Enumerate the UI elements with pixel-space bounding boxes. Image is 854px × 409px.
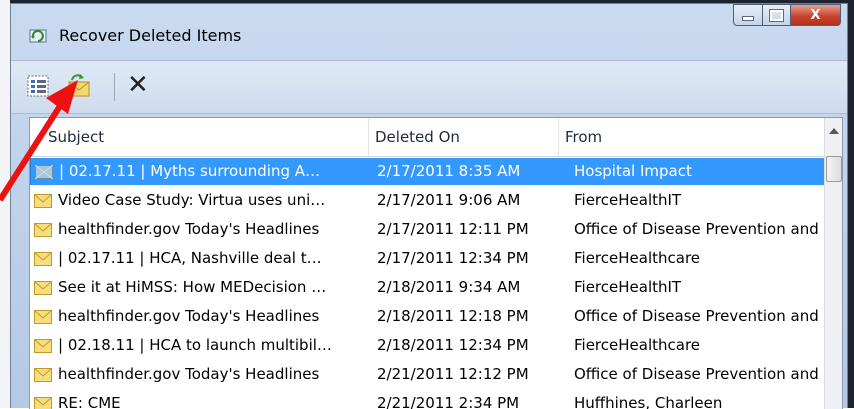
- window-title: Recover Deleted Items: [59, 26, 241, 45]
- subject-text: healthfinder.gov Today's Headlines: [58, 307, 319, 325]
- subject-text: | 02.17.11 | Myths surrounding A…: [59, 162, 320, 180]
- envelope-icon: [34, 194, 52, 208]
- minimize-button[interactable]: [733, 4, 763, 26]
- cell-from: FierceHealthIT: [558, 274, 824, 301]
- minimize-icon: [742, 16, 754, 21]
- title-bar[interactable]: Recover Deleted Items X: [11, 4, 847, 60]
- subject-text: healthfinder.gov Today's Headlines: [58, 220, 319, 238]
- envelope-icon: [34, 397, 52, 409]
- cell-subject: See it at HiMSS: How MEDecision …: [30, 274, 368, 301]
- table-row[interactable]: | 02.18.11 | HCA to launch multibil… 2/18…: [30, 331, 824, 360]
- column-header-from[interactable]: From: [558, 118, 824, 156]
- cell-from: FierceHealthcare: [558, 332, 824, 359]
- cell-from: Office of Disease Prevention and: [558, 216, 824, 243]
- cell-subject: Video Case Study: Virtua uses uni…: [30, 187, 368, 214]
- cell-deleted-on: 2/17/2011 9:06 AM: [368, 187, 558, 214]
- maximize-button[interactable]: [763, 4, 791, 26]
- unread-item-icon: [35, 165, 53, 179]
- subject-text: healthfinder.gov Today's Headlines: [58, 365, 319, 383]
- close-button[interactable]: X: [791, 4, 841, 26]
- subject-text: See it at HiMSS: How MEDecision …: [58, 278, 326, 296]
- table-row[interactable]: | 02.17.11 | Myths surrounding A… 2/17/20…: [30, 157, 824, 186]
- cell-deleted-on: 2/21/2011 2:34 PM: [368, 390, 558, 409]
- table-row[interactable]: RE: CME 2/21/2011 2:34 PMHuffhines, Charl…: [30, 389, 824, 409]
- cell-deleted-on: 2/21/2011 12:12 PM: [368, 361, 558, 388]
- window-controls: X: [733, 4, 841, 26]
- envelope-icon: [34, 368, 52, 382]
- cell-subject: healthfinder.gov Today's Headlines: [30, 303, 368, 330]
- cell-deleted-on: 2/17/2011 8:35 AM: [368, 158, 558, 185]
- subject-text: Video Case Study: Virtua uses uni…: [58, 191, 325, 209]
- screen-background-right: [848, 0, 854, 408]
- scroll-up-arrow-icon[interactable]: [829, 128, 839, 134]
- envelope-icon: [34, 339, 52, 353]
- cell-subject: | 02.18.11 | HCA to launch multibil…: [30, 332, 368, 359]
- item-rows: | 02.17.11 | Myths surrounding A… 2/17/20…: [30, 157, 824, 409]
- table-row[interactable]: healthfinder.gov Today's Headlines 2/18/2…: [30, 302, 824, 331]
- cell-subject: healthfinder.gov Today's Headlines: [30, 361, 368, 388]
- cell-from: FierceHealthcare: [558, 245, 824, 272]
- cell-deleted-on: 2/17/2011 12:34 PM: [368, 245, 558, 272]
- column-header-subject[interactable]: Subject: [30, 118, 368, 156]
- column-header-row: Subject Deleted On From: [30, 118, 824, 157]
- cell-from: Huffhines, Charleen: [558, 390, 824, 409]
- cell-deleted-on: 2/17/2011 12:11 PM: [368, 216, 558, 243]
- table-row[interactable]: healthfinder.gov Today's Headlines 2/17/2…: [30, 215, 824, 244]
- recover-deleted-items-dialog: Recover Deleted Items X: [10, 3, 848, 408]
- toolbar: ✕: [11, 60, 847, 114]
- close-icon: X: [810, 8, 820, 23]
- subject-text: | 02.18.11 | HCA to launch multibil…: [58, 336, 332, 354]
- table-row[interactable]: Video Case Study: Virtua uses uni… 2/17/2…: [30, 186, 824, 215]
- table-row[interactable]: See it at HiMSS: How MEDecision … 2/18/20…: [30, 273, 824, 302]
- screen-background-left: [0, 0, 10, 408]
- cell-subject: healthfinder.gov Today's Headlines: [30, 216, 368, 243]
- cell-subject: | 02.17.11 | HCA, Nashville deal t…: [30, 245, 368, 272]
- cell-deleted-on: 2/18/2011 9:34 AM: [368, 274, 558, 301]
- table-row[interactable]: | 02.17.11 | HCA, Nashville deal t… 2/17/…: [30, 244, 824, 273]
- delete-x-icon[interactable]: ✕: [127, 72, 149, 98]
- cell-from: Office of Disease Prevention and: [558, 361, 824, 388]
- envelope-icon: [34, 281, 52, 295]
- subject-text: | 02.17.11 | HCA, Nashville deal t…: [58, 249, 322, 267]
- toolbar-separator: [114, 73, 115, 101]
- maximize-icon: [770, 10, 783, 21]
- envelope-icon: [34, 310, 52, 324]
- cell-subject: | 02.17.11 | Myths surrounding A…: [30, 158, 368, 185]
- vertical-scrollbar[interactable]: [824, 118, 843, 409]
- cell-from: Hospital Impact: [558, 158, 824, 185]
- cell-from: Office of Disease Prevention and: [558, 303, 824, 330]
- cell-subject: RE: CME: [30, 390, 368, 409]
- subject-text: RE: CME: [58, 394, 121, 409]
- select-all-icon[interactable]: [25, 73, 51, 99]
- recover-envelope-icon[interactable]: [66, 73, 92, 99]
- cell-deleted-on: 2/18/2011 12:34 PM: [368, 332, 558, 359]
- deleted-items-list[interactable]: Subject Deleted On From | 02.17.11 | Myt…: [29, 117, 843, 409]
- envelope-icon: [34, 223, 52, 237]
- cell-deleted-on: 2/18/2011 12:18 PM: [368, 303, 558, 330]
- scrollbar-thumb[interactable]: [826, 156, 842, 182]
- recover-items-app-icon: [29, 28, 47, 44]
- cell-from: FierceHealthIT: [558, 187, 824, 214]
- envelope-icon: [34, 252, 52, 266]
- column-header-deleted-on[interactable]: Deleted On: [368, 118, 558, 156]
- table-row[interactable]: healthfinder.gov Today's Headlines 2/21/2…: [30, 360, 824, 389]
